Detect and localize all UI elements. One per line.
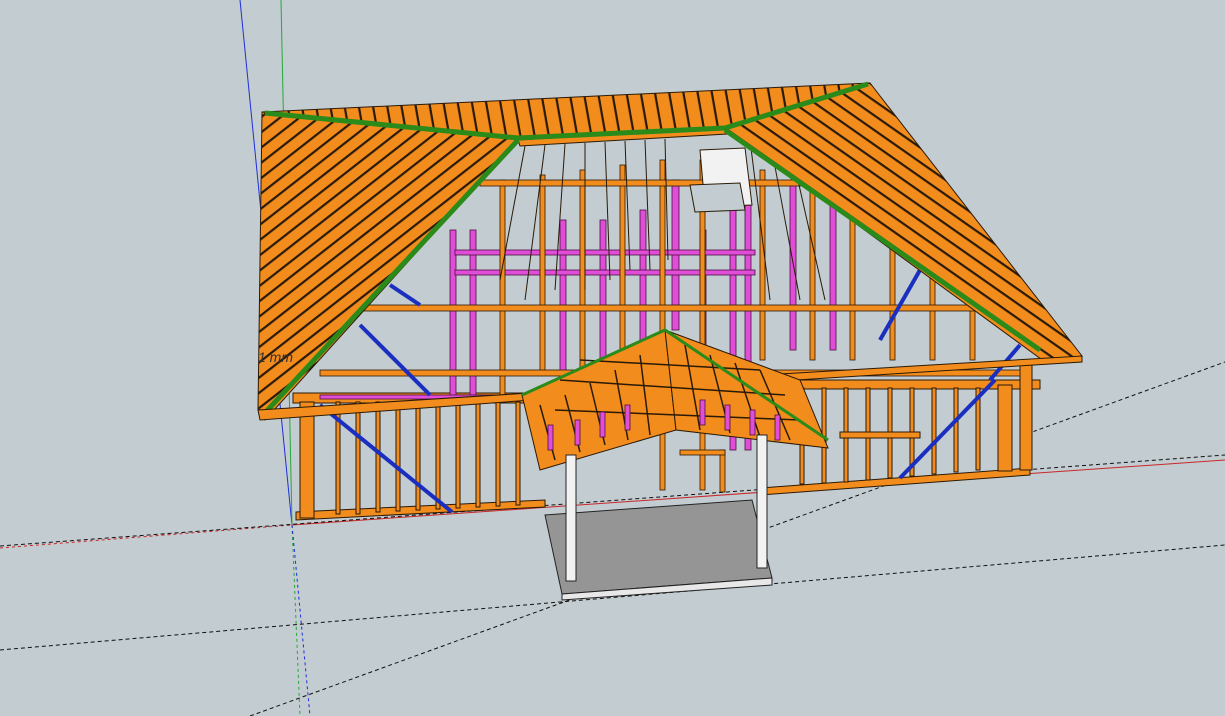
model-canvas[interactable] [0,0,1225,716]
roof-right-plane [723,82,1083,363]
blue-axis-dashed [291,524,311,716]
porch-post-left [565,454,577,582]
porch-post-right [756,434,768,569]
green-axis-dashed [291,524,301,716]
dimension-label: 1 mm [258,349,293,365]
house-frame-model[interactable] [257,81,1083,601]
porch-slab [544,499,773,595]
red-axis-dashed [0,524,293,549]
model-viewport[interactable]: 1 mm [0,0,1225,716]
